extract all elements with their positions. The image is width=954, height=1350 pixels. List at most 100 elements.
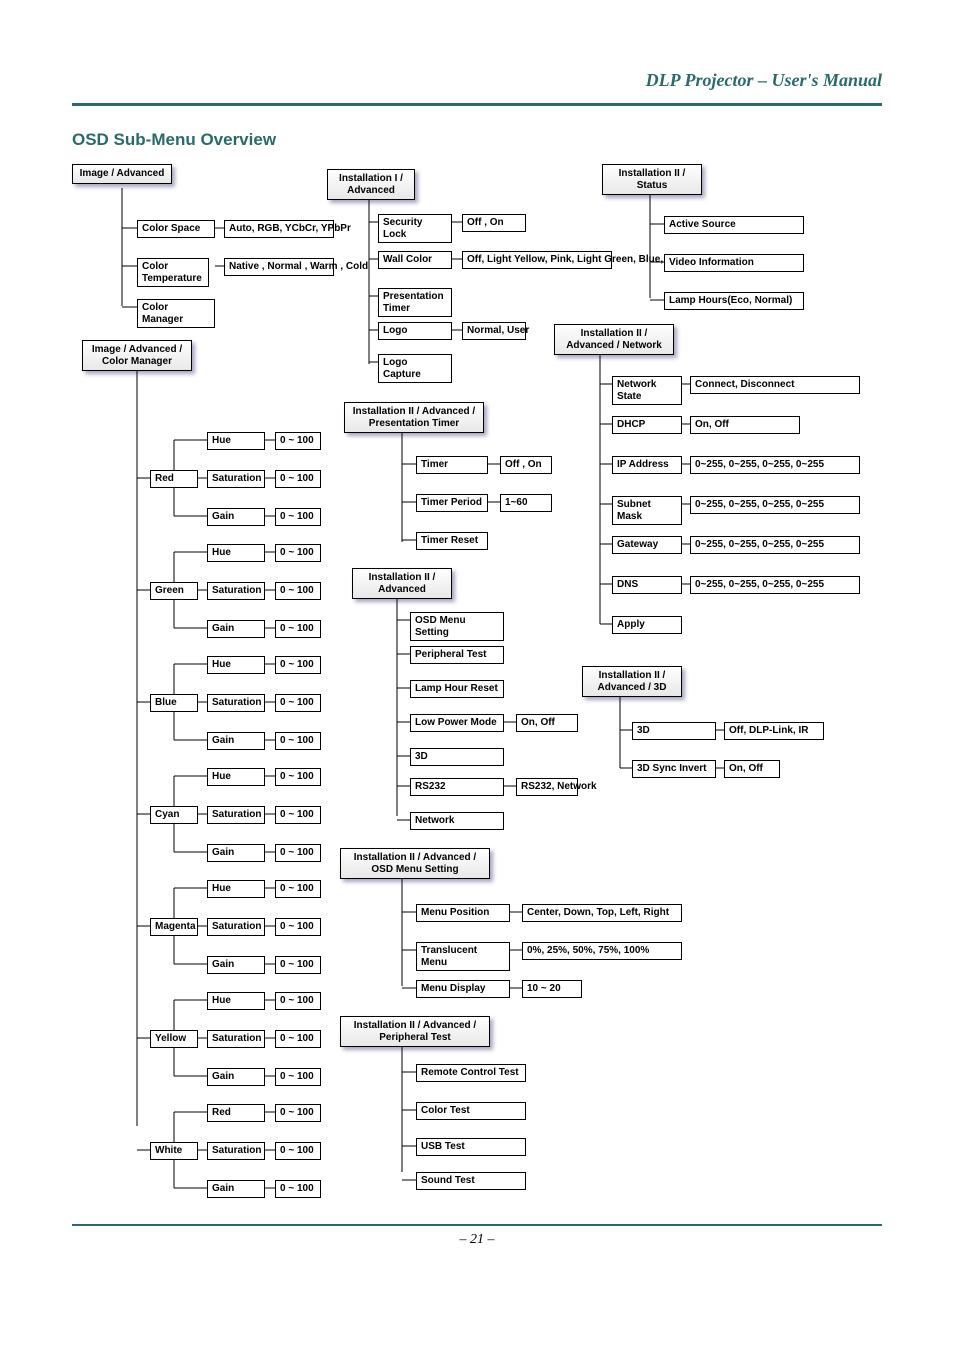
cm-red-saturation: Saturation bbox=[207, 470, 265, 488]
cm-cyan-hue: Hue bbox=[207, 768, 265, 786]
inst2-low-power-mode: Low Power Mode bbox=[410, 714, 504, 732]
cm-yellow-hue: Hue bbox=[207, 992, 265, 1010]
cm-color-blue: Blue bbox=[150, 694, 198, 712]
net-subnet-mask: Subnet Mask bbox=[612, 496, 682, 525]
cm-magenta-saturation: Saturation bbox=[207, 918, 265, 936]
net-apply: Apply bbox=[612, 616, 682, 634]
net-gateway: Gateway bbox=[612, 536, 682, 554]
cm-red-hue-range: 0 ~ 100 bbox=[275, 432, 321, 450]
osd-val-1: 0%, 25%, 50%, 75%, 100% bbox=[522, 942, 682, 960]
osd-val-0: Center, Down, Top, Left, Right bbox=[522, 904, 682, 922]
cm-color-white: White bbox=[150, 1142, 198, 1160]
cm-red-gain: Gain bbox=[207, 508, 265, 526]
cm-magenta-gain: Gain bbox=[207, 956, 265, 974]
cm-cyan-gain-range: 0 ~ 100 bbox=[275, 844, 321, 862]
status-2: Lamp Hours(Eco, Normal) bbox=[664, 292, 804, 310]
node-color-manager: Color Manager bbox=[137, 299, 215, 328]
cm-yellow-saturation-range: 0 ~ 100 bbox=[275, 1030, 321, 1048]
root-osd-setting: Installation II / Advanced / OSD Menu Se… bbox=[340, 848, 490, 879]
peri-1: Color Test bbox=[416, 1102, 526, 1120]
3d-val-1: On, Off bbox=[724, 760, 780, 778]
net-val-5: 0~255, 0~255, 0~255, 0~255 bbox=[690, 576, 860, 594]
osd-2: Menu Display bbox=[416, 980, 510, 998]
cm-color-magenta: Magenta bbox=[150, 918, 198, 936]
inst2-peripheral-test: Peripheral Test bbox=[410, 646, 504, 664]
net-dns: DNS bbox=[612, 576, 682, 594]
root-image-advanced: Image / Advanced bbox=[72, 164, 172, 184]
inst2-rs232: RS232 bbox=[410, 778, 504, 796]
node-color-space: Color Space bbox=[137, 220, 215, 238]
cm-yellow-saturation: Saturation bbox=[207, 1030, 265, 1048]
inst1-logo: Logo bbox=[378, 322, 452, 340]
cm-red-gain-range: 0 ~ 100 bbox=[275, 508, 321, 526]
net-val-0: Connect, Disconnect bbox=[690, 376, 860, 394]
page-number: – 21 – bbox=[72, 1232, 882, 1248]
root-inst1-adv: Installation I / Advanced bbox=[327, 169, 415, 200]
peri-0: Remote Control Test bbox=[416, 1064, 526, 1082]
cm-yellow-hue-range: 0 ~ 100 bbox=[275, 992, 321, 1010]
node-color-temperature: Color Temperature bbox=[137, 258, 209, 287]
inst2-lamp-hour-reset: Lamp Hour Reset bbox=[410, 680, 504, 698]
net-ip-address: IP Address bbox=[612, 456, 682, 474]
cm-yellow-gain: Gain bbox=[207, 1068, 265, 1086]
cm-green-hue: Hue bbox=[207, 544, 265, 562]
peri-2: USB Test bbox=[416, 1138, 526, 1156]
cm-white-saturation: Saturation bbox=[207, 1142, 265, 1160]
inst2-val-3: On, Off bbox=[516, 714, 578, 732]
inst1-logo-capture: Logo Capture bbox=[378, 354, 452, 383]
pt-0: Timer bbox=[416, 456, 488, 474]
net-val-1: On, Off bbox=[690, 416, 800, 434]
net-dhcp: DHCP bbox=[612, 416, 682, 434]
section-title: OSD Sub-Menu Overview bbox=[72, 130, 882, 150]
cm-blue-gain-range: 0 ~ 100 bbox=[275, 732, 321, 750]
3d-0: 3D bbox=[632, 722, 716, 740]
net-val-3: 0~255, 0~255, 0~255, 0~255 bbox=[690, 496, 860, 514]
cm-yellow-gain-range: 0 ~ 100 bbox=[275, 1068, 321, 1086]
cm-green-saturation-range: 0 ~ 100 bbox=[275, 582, 321, 600]
val-color-temperature: Native , Normal , Warm , Cold bbox=[224, 258, 334, 276]
cm-red-saturation-range: 0 ~ 100 bbox=[275, 470, 321, 488]
root-inst2-network: Installation II / Advanced / Network bbox=[554, 324, 674, 355]
cm-cyan-gain: Gain bbox=[207, 844, 265, 862]
inst2-val-5: RS232, Network bbox=[516, 778, 578, 796]
peri-3: Sound Test bbox=[416, 1172, 526, 1190]
inst1-security-lock: Security Lock bbox=[378, 214, 452, 243]
cm-magenta-hue: Hue bbox=[207, 880, 265, 898]
pt-2: Timer Reset bbox=[416, 532, 488, 550]
root-color-manager: Image / Advanced / Color Manager bbox=[82, 340, 192, 371]
cm-green-hue-range: 0 ~ 100 bbox=[275, 544, 321, 562]
cm-white-gain-range: 0 ~ 100 bbox=[275, 1180, 321, 1198]
cm-white-saturation-range: 0 ~ 100 bbox=[275, 1142, 321, 1160]
cm-cyan-saturation: Saturation bbox=[207, 806, 265, 824]
osd-0: Menu Position bbox=[416, 904, 510, 922]
status-0: Active Source bbox=[664, 216, 804, 234]
cm-blue-saturation: Saturation bbox=[207, 694, 265, 712]
cm-blue-saturation-range: 0 ~ 100 bbox=[275, 694, 321, 712]
menu-tree-diagram: Image / Advanced Color Space Auto, RGB, YC… bbox=[72, 164, 882, 1194]
cm-magenta-saturation-range: 0 ~ 100 bbox=[275, 918, 321, 936]
pt-val-0: Off , On bbox=[500, 456, 552, 474]
cm-blue-hue-range: 0 ~ 100 bbox=[275, 656, 321, 674]
pt-val-1: 1~60 bbox=[500, 494, 552, 512]
net-network-state: Network State bbox=[612, 376, 682, 405]
cm-white-gain: Gain bbox=[207, 1180, 265, 1198]
footer-rule bbox=[72, 1224, 882, 1226]
root-presentation-timer: Installation II / Advanced / Presentatio… bbox=[344, 402, 484, 433]
page: DLP Projector – User's Manual OSD Sub-Me… bbox=[0, 0, 954, 1278]
3d-val-0: Off, DLP-Link, IR bbox=[724, 722, 824, 740]
inst1-wall-color: Wall Color bbox=[378, 251, 452, 269]
inst2-3d: 3D bbox=[410, 748, 504, 766]
inst1-presentation-timer: Presentation Timer bbox=[378, 288, 452, 317]
cm-cyan-hue-range: 0 ~ 100 bbox=[275, 768, 321, 786]
root-inst2-adv: Installation II / Advanced bbox=[352, 568, 452, 599]
header-rule bbox=[72, 103, 882, 106]
inst1-val-0: Off , On bbox=[462, 214, 526, 232]
cm-blue-hue: Hue bbox=[207, 656, 265, 674]
status-1: Video Information bbox=[664, 254, 804, 272]
cm-green-gain: Gain bbox=[207, 620, 265, 638]
root-inst2-status: Installation II / Status bbox=[602, 164, 702, 195]
root-inst2-3d: Installation II / Advanced / 3D bbox=[582, 666, 682, 697]
val-color-space: Auto, RGB, YCbCr, YPbPr bbox=[224, 220, 334, 238]
cm-green-gain-range: 0 ~ 100 bbox=[275, 620, 321, 638]
cm-white-red-range: 0 ~ 100 bbox=[275, 1104, 321, 1122]
